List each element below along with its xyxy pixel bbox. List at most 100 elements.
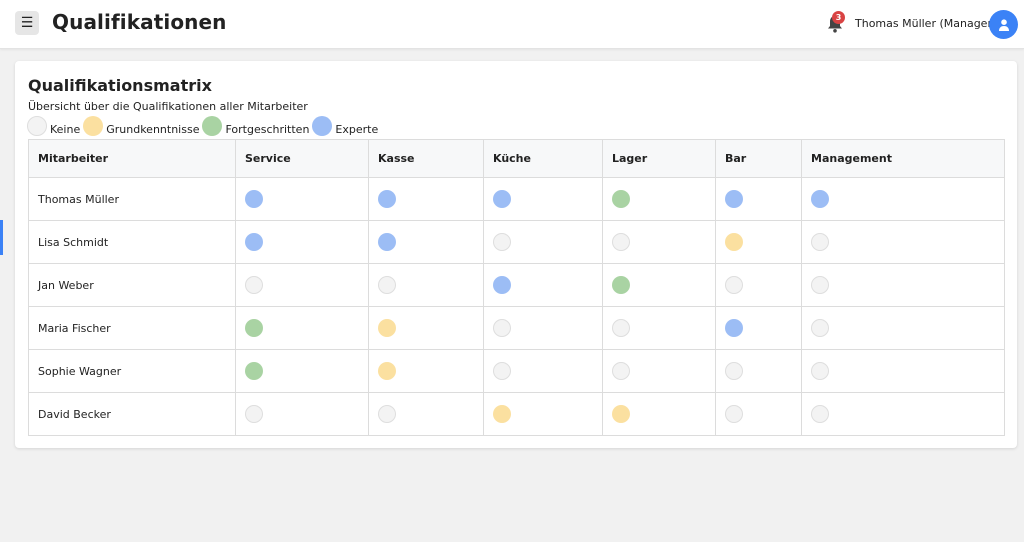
skill-level-dot-fort[interactable] bbox=[612, 276, 630, 294]
legend-dot-experte bbox=[312, 116, 333, 136]
skill-level-dot-fort[interactable] bbox=[612, 190, 630, 208]
skill-level-dot-fort[interactable] bbox=[245, 362, 263, 380]
skill-level-dot-keine[interactable] bbox=[245, 405, 263, 423]
user-name-label[interactable]: Thomas Müller (Manager) bbox=[855, 17, 996, 30]
skill-cell bbox=[602, 392, 716, 436]
employee-name: Thomas Müller bbox=[28, 177, 236, 221]
skill-level-dot-grund[interactable] bbox=[493, 405, 511, 423]
skill-cell bbox=[483, 349, 603, 393]
skill-level-dot-experte[interactable] bbox=[378, 190, 396, 208]
skill-cell bbox=[801, 349, 1005, 393]
skill-level-dot-keine[interactable] bbox=[725, 405, 743, 423]
card-subtitle: Übersicht über die Qualifikationen aller… bbox=[28, 100, 308, 113]
left-accent-bar bbox=[0, 220, 3, 255]
skill-cell bbox=[235, 306, 369, 350]
top-header: ☰ Qualifikationen 3 Thomas Müller (Manag… bbox=[0, 0, 1024, 49]
menu-toggle-button[interactable]: ☰ bbox=[15, 11, 39, 35]
skill-level-dot-grund[interactable] bbox=[378, 362, 396, 380]
skill-cell bbox=[801, 306, 1005, 350]
table-row: Sophie Wagner bbox=[28, 349, 1005, 393]
user-avatar[interactable] bbox=[989, 10, 1018, 39]
skill-cell bbox=[602, 349, 716, 393]
table-body: Thomas Müller Lisa Schmidt Jan Weber Maria … bbox=[28, 177, 1005, 436]
legend-item-fort: Fortgeschritten bbox=[202, 116, 309, 136]
level-legend: Keine Grundkenntnisse Fortgeschritten Exper… bbox=[27, 116, 381, 136]
skill-cell bbox=[715, 392, 802, 436]
employee-name: Maria Fischer bbox=[28, 306, 236, 350]
skill-level-dot-keine[interactable] bbox=[493, 319, 511, 337]
skill-level-dot-keine[interactable] bbox=[245, 276, 263, 294]
skill-level-dot-keine[interactable] bbox=[378, 276, 396, 294]
employee-name: David Becker bbox=[28, 392, 236, 436]
skill-level-dot-keine[interactable] bbox=[811, 276, 829, 294]
skill-level-dot-experte[interactable] bbox=[725, 319, 743, 337]
skill-level-dot-experte[interactable] bbox=[378, 233, 396, 251]
skill-cell bbox=[801, 177, 1005, 221]
skill-cell bbox=[235, 263, 369, 307]
skill-level-dot-grund[interactable] bbox=[725, 233, 743, 251]
legend-label: Fortgeschritten bbox=[225, 123, 310, 136]
skill-cell bbox=[602, 306, 716, 350]
legend-dot-fort bbox=[202, 116, 223, 136]
skill-level-dot-keine[interactable] bbox=[493, 233, 511, 251]
skill-level-dot-experte[interactable] bbox=[245, 190, 263, 208]
skill-cell bbox=[235, 177, 369, 221]
column-header-küche: Küche bbox=[483, 139, 603, 178]
skill-cell bbox=[483, 177, 603, 221]
qualification-matrix-card: Qualifikationsmatrix Übersicht über die … bbox=[15, 61, 1017, 448]
skill-cell bbox=[801, 220, 1005, 264]
legend-item-grund: Grundkenntnisse bbox=[83, 116, 199, 136]
skill-level-dot-keine[interactable] bbox=[612, 362, 630, 380]
skill-level-dot-keine[interactable] bbox=[725, 362, 743, 380]
skill-cell bbox=[715, 177, 802, 221]
column-header-mitarbeiter: Mitarbeiter bbox=[28, 139, 236, 178]
skill-level-dot-keine[interactable] bbox=[811, 319, 829, 337]
skill-cell bbox=[602, 220, 716, 264]
column-header-bar: Bar bbox=[715, 139, 802, 178]
legend-item-experte: Experte bbox=[312, 116, 378, 136]
skill-cell bbox=[715, 349, 802, 393]
skill-cell bbox=[368, 263, 484, 307]
column-header-lager: Lager bbox=[602, 139, 716, 178]
skill-level-dot-experte[interactable] bbox=[493, 190, 511, 208]
column-header-management: Management bbox=[801, 139, 1005, 178]
skill-cell bbox=[483, 220, 603, 264]
skill-level-dot-keine[interactable] bbox=[811, 233, 829, 251]
skill-level-dot-keine[interactable] bbox=[725, 276, 743, 294]
skill-level-dot-fort[interactable] bbox=[245, 319, 263, 337]
skill-level-dot-grund[interactable] bbox=[612, 405, 630, 423]
skill-level-dot-keine[interactable] bbox=[612, 233, 630, 251]
skill-level-dot-keine[interactable] bbox=[612, 319, 630, 337]
skill-cell bbox=[368, 306, 484, 350]
skill-level-dot-keine[interactable] bbox=[811, 405, 829, 423]
qualification-table: Mitarbeiter Service Kasse Küche Lager Bar Mana… bbox=[28, 139, 1005, 436]
skill-cell bbox=[602, 177, 716, 221]
table-row: David Becker bbox=[28, 392, 1005, 436]
skill-cell bbox=[483, 306, 603, 350]
column-header-kasse: Kasse bbox=[368, 139, 484, 178]
skill-level-dot-experte[interactable] bbox=[811, 190, 829, 208]
hamburger-icon: ☰ bbox=[20, 15, 34, 31]
skill-cell bbox=[715, 220, 802, 264]
employee-name: Jan Weber bbox=[28, 263, 236, 307]
skill-level-dot-keine[interactable] bbox=[378, 405, 396, 423]
skill-cell bbox=[715, 263, 802, 307]
skill-level-dot-grund[interactable] bbox=[378, 319, 396, 337]
skill-level-dot-experte[interactable] bbox=[245, 233, 263, 251]
skill-cell bbox=[368, 177, 484, 221]
legend-dot-keine bbox=[27, 116, 47, 136]
user-icon bbox=[998, 18, 1009, 31]
employee-name: Sophie Wagner bbox=[28, 349, 236, 393]
page-title: Qualifikationen bbox=[52, 10, 227, 34]
skill-level-dot-keine[interactable] bbox=[811, 362, 829, 380]
skill-cell bbox=[801, 392, 1005, 436]
table-row: Thomas Müller bbox=[28, 177, 1005, 221]
skill-cell bbox=[801, 263, 1005, 307]
skill-cell bbox=[235, 392, 369, 436]
skill-cell bbox=[235, 220, 369, 264]
skill-level-dot-experte[interactable] bbox=[725, 190, 743, 208]
skill-level-dot-experte[interactable] bbox=[493, 276, 511, 294]
skill-level-dot-keine[interactable] bbox=[493, 362, 511, 380]
skill-cell bbox=[368, 349, 484, 393]
table-row: Jan Weber bbox=[28, 263, 1005, 307]
